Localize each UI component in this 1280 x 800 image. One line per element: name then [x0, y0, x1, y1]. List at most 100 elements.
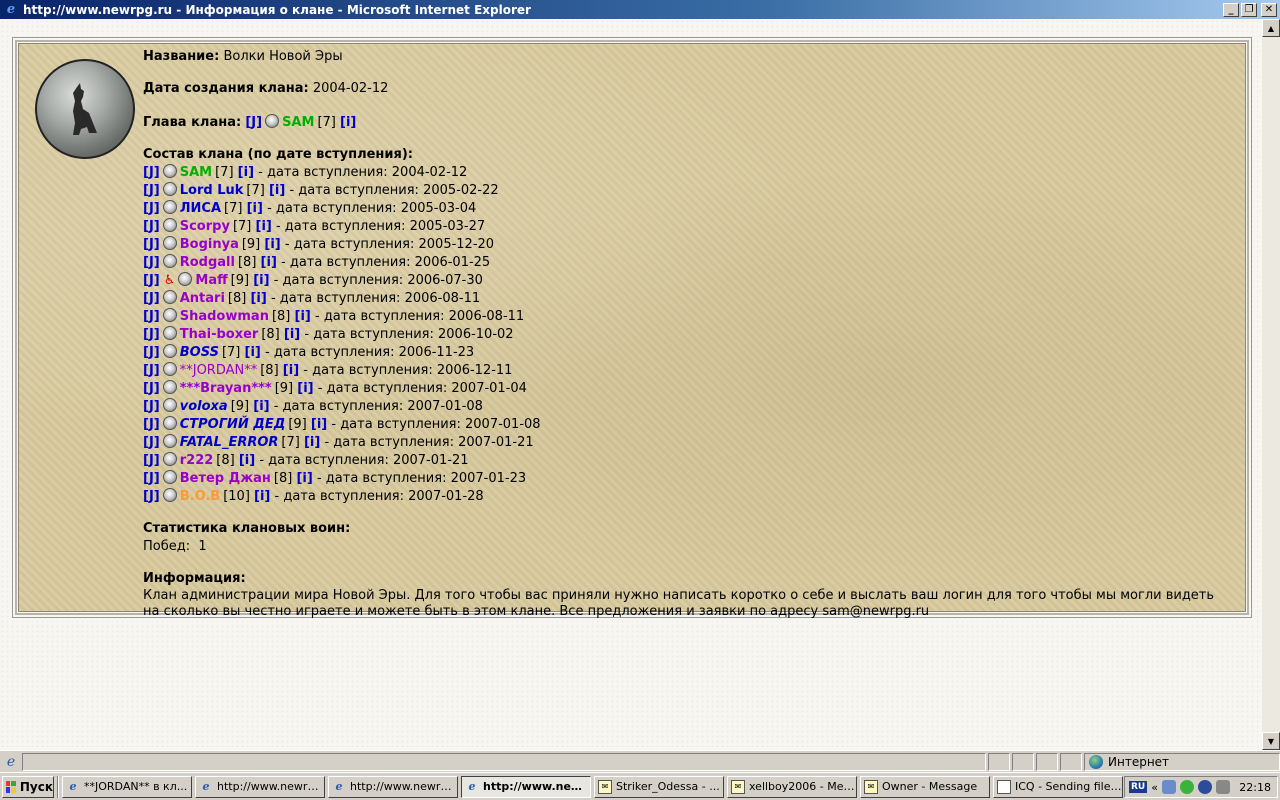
ie-icon[interactable]: e: [3, 2, 19, 18]
member-nick[interactable]: Maff: [195, 273, 227, 288]
maximize-button[interactable]: ❐: [1241, 2, 1257, 17]
member-nick[interactable]: ЛИСА: [180, 201, 221, 216]
member-info-link[interactable]: [i]: [295, 309, 311, 324]
windows-flag-icon: [6, 780, 16, 793]
wolf-silhouette-icon: [73, 83, 97, 135]
member-clan-tag-link[interactable]: [J]: [143, 381, 160, 396]
member-level: [8]: [273, 471, 293, 486]
member-clan-tag-link[interactable]: [J]: [143, 273, 160, 288]
taskbar-task[interactable]: e http://www.new...: [461, 775, 591, 798]
start-button[interactable]: Пуск: [2, 775, 54, 798]
join-label: - дата вступления:: [303, 363, 433, 378]
member-nick[interactable]: Lord Luk: [180, 183, 244, 198]
member-nick[interactable]: Scorpy: [180, 219, 230, 234]
member-clan-tag-link[interactable]: [J]: [143, 165, 160, 180]
member-info-link[interactable]: [i]: [250, 291, 266, 306]
scroll-down-button[interactable]: ▼: [1262, 732, 1280, 750]
member-clan-tag-link[interactable]: [J]: [143, 327, 160, 342]
member-clan-tag-link[interactable]: [J]: [143, 201, 160, 216]
member-clan-tag-link[interactable]: [J]: [143, 363, 160, 378]
member-row: [J] Antari [8] [i] - дата вступления: 2006…: [143, 290, 1237, 308]
member-nick[interactable]: r222: [180, 453, 214, 468]
taskbar-task[interactable]: ✉ xellboy2006 - Mes...: [727, 775, 857, 798]
taskbar-task[interactable]: e http://www.newrp...: [328, 775, 458, 798]
member-info-link[interactable]: [i]: [284, 327, 300, 342]
member-clan-tag-link[interactable]: [J]: [143, 435, 160, 450]
member-info-link[interactable]: [i]: [269, 183, 285, 198]
member-info-link[interactable]: [i]: [238, 165, 254, 180]
member-clan-tag-link[interactable]: [J]: [143, 345, 160, 360]
member-info-link[interactable]: [i]: [297, 381, 313, 396]
member-info-link[interactable]: [i]: [283, 363, 299, 378]
member-nick[interactable]: Antari: [180, 291, 225, 306]
member-clan-tag-link[interactable]: [J]: [143, 309, 160, 324]
ie-icon: e: [69, 780, 77, 793]
globe-icon: [1089, 754, 1103, 769]
member-nick[interactable]: Thai-boxer: [180, 327, 259, 342]
language-indicator[interactable]: RU: [1129, 781, 1148, 793]
member-row: [J] B.O.B [10] [i] - дата вступления: 2007…: [143, 488, 1237, 506]
member-info-link[interactable]: [i]: [239, 453, 255, 468]
member-clan-tag-link[interactable]: [J]: [143, 471, 160, 486]
member-level: [9]: [241, 237, 261, 252]
close-button[interactable]: ✕: [1261, 2, 1277, 17]
taskbar-task[interactable]: ✉ Owner - Message: [860, 775, 990, 798]
member-nick[interactable]: Rodgall: [180, 255, 235, 270]
head-info-link[interactable]: [i]: [340, 115, 356, 130]
icq-icon[interactable]: [1179, 780, 1194, 794]
member-clan-tag-link[interactable]: [J]: [143, 291, 160, 306]
member-clan-tag-link[interactable]: [J]: [143, 219, 160, 234]
member-level: [8]: [216, 453, 235, 468]
member-clan-tag-link[interactable]: [J]: [143, 489, 160, 504]
member-row: [J] Ветер Джан [8] [i] - дата вступления: …: [143, 470, 1237, 488]
message-window-icon: ✉: [598, 779, 612, 794]
member-info-link[interactable]: [i]: [253, 399, 269, 414]
join-label: - дата вступления:: [259, 453, 389, 468]
member-row: [J] ♿ Maff [9] [i] - дата вступления: 2006-…: [143, 272, 1237, 290]
member-info-link[interactable]: [i]: [264, 237, 280, 252]
member-info-link[interactable]: [i]: [245, 345, 261, 360]
member-nick[interactable]: СТРОГИЙ ДЕД: [180, 417, 286, 432]
member-nick[interactable]: **JORDAN**: [180, 363, 258, 378]
vertical-scrollbar[interactable]: ▲ ▼: [1262, 19, 1280, 750]
member-clan-tag-link[interactable]: [J]: [143, 183, 160, 198]
member-nick[interactable]: Ветер Джан: [180, 471, 271, 486]
taskbar-task[interactable]: ✉ Striker_Odessa - ...: [594, 775, 724, 798]
member-info-link[interactable]: [i]: [304, 435, 320, 450]
member-nick[interactable]: ***Brayan***: [180, 381, 272, 396]
member-info-link[interactable]: [i]: [311, 417, 327, 432]
system-tray: RU « 22:18: [1124, 776, 1278, 798]
minimize-button[interactable]: _: [1223, 2, 1239, 17]
member-clan-tag-link[interactable]: [J]: [143, 255, 160, 270]
tray-app-icon[interactable]: [1197, 780, 1212, 794]
member-info-link[interactable]: [i]: [254, 489, 270, 504]
member-info-link[interactable]: [i]: [253, 273, 269, 288]
tray-expand-icon[interactable]: «: [1151, 781, 1158, 794]
member-info-link[interactable]: [i]: [261, 255, 277, 270]
taskbar-task[interactable]: e http://www.newrp...: [195, 775, 325, 798]
member-nick[interactable]: SAM: [180, 165, 212, 180]
member-clan-tag-link[interactable]: [J]: [143, 453, 160, 468]
member-clan-tag-link[interactable]: [J]: [143, 399, 160, 414]
volume-icon[interactable]: [1215, 780, 1230, 794]
taskbar-task[interactable]: e **JORDAN** в кл...: [62, 775, 192, 798]
member-info-link[interactable]: [i]: [247, 201, 263, 216]
member-clan-tag-link[interactable]: [J]: [143, 417, 160, 432]
network-icon[interactable]: [1161, 780, 1176, 794]
member-info-link[interactable]: [i]: [256, 219, 272, 234]
taskbar-task[interactable]: ICQ - Sending files...: [993, 775, 1123, 798]
scroll-up-button[interactable]: ▲: [1262, 19, 1280, 37]
member-clan-tag-link[interactable]: [J]: [143, 237, 160, 252]
member-nick[interactable]: Shadowman: [180, 309, 269, 324]
member-nick[interactable]: voloxa: [180, 399, 228, 414]
title-bar: e http://www.newrpg.ru - Информация о кл…: [0, 0, 1280, 19]
member-nick[interactable]: Boginya: [180, 237, 239, 252]
join-date: 2007-01-21: [458, 435, 534, 450]
head-nick[interactable]: SAM: [282, 115, 314, 130]
head-clan-tag-link[interactable]: [J]: [245, 115, 262, 130]
member-nick[interactable]: B.O.B: [180, 489, 220, 504]
join-date: 2005-03-04: [400, 201, 477, 216]
member-info-link[interactable]: [i]: [296, 471, 312, 486]
member-nick[interactable]: FATAL_ERROR: [180, 435, 279, 450]
member-nick[interactable]: BOSS: [180, 345, 219, 360]
